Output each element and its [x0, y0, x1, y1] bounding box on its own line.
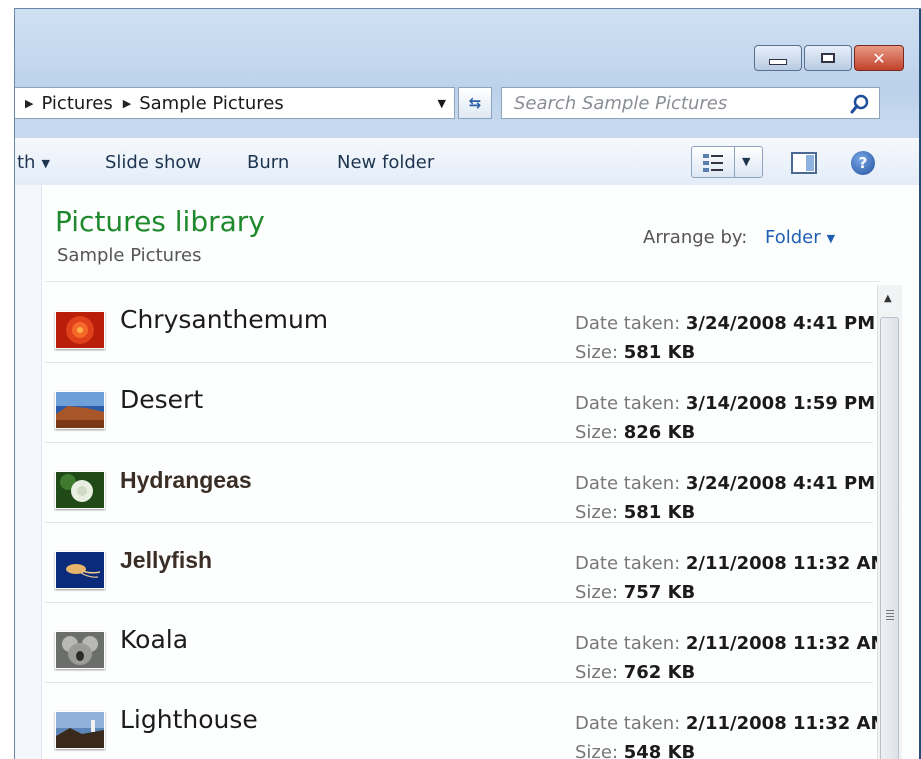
file-size: 581 KB: [623, 342, 696, 363]
size-label: Size:: [575, 502, 619, 523]
file-details: Date taken: 3/14/2008 1:59 PM Size: 826 …: [575, 389, 875, 447]
close-icon: ✕: [872, 48, 886, 68]
explorer-window: ✕ ▶ Pictures ▶ Sample Pictures ▼ ⇆ Searc…: [14, 8, 921, 759]
file-list: Chrysanthemum Date taken: 3/24/2008 4:41…: [45, 283, 888, 759]
window-controls: ✕: [754, 45, 904, 71]
list-item[interactable]: Jellyfish Date taken: 2/11/2008 11:32 AM…: [45, 523, 888, 603]
details-view-icon: [703, 154, 723, 172]
desert-thumbnail: [55, 391, 105, 429]
view-options-dropdown-icon[interactable]: ▼: [742, 155, 750, 168]
date-label: Date taken:: [575, 553, 681, 574]
view-button-divider: [734, 147, 735, 177]
search-icon[interactable]: [849, 93, 871, 115]
close-button[interactable]: ✕: [854, 45, 904, 71]
file-name: Koala: [120, 625, 189, 654]
list-item[interactable]: Chrysanthemum Date taken: 3/24/2008 4:41…: [45, 283, 875, 363]
breadcrumb-item-sample-pictures[interactable]: Sample Pictures: [139, 93, 284, 114]
change-view-button[interactable]: ▼: [691, 146, 763, 178]
scroll-up-icon[interactable]: ▲: [884, 293, 892, 304]
arrange-by-dropdown[interactable]: Folder ▼: [765, 227, 835, 248]
scrollbar-thumb[interactable]: [880, 317, 899, 759]
breadcrumb-separator-icon[interactable]: ▶: [25, 97, 33, 110]
file-name: Chrysanthemum: [120, 305, 329, 334]
minimize-button[interactable]: [754, 45, 802, 71]
new-folder-button[interactable]: New folder: [337, 152, 434, 173]
share-with-label: th: [17, 152, 36, 173]
file-name: Desert: [120, 385, 204, 414]
arrange-by-label: Arrange by:: [643, 227, 748, 248]
date-taken: 3/24/2008 4:41 PM: [685, 473, 876, 494]
refresh-icon: ⇆: [468, 94, 482, 112]
maximize-button[interactable]: [804, 45, 852, 71]
date-taken: 2/11/2008 11:32 AM: [685, 553, 889, 574]
size-label: Size:: [575, 582, 619, 603]
file-details: Date taken: 2/11/2008 11:32 AM Size: 762…: [575, 629, 888, 687]
size-label: Size:: [575, 342, 619, 363]
navigation-pane: [15, 185, 42, 759]
date-taken: 3/14/2008 1:59 PM: [685, 393, 876, 414]
breadcrumb-item-pictures[interactable]: Pictures: [41, 93, 112, 114]
lighthouse-thumbnail: [55, 711, 105, 749]
hydrangeas-thumbnail: [55, 471, 105, 509]
file-list-pane: Pictures library Sample Pictures Arrange…: [15, 185, 921, 759]
burn-button[interactable]: Burn: [247, 152, 289, 173]
minimize-icon: [769, 59, 787, 65]
file-details: Date taken: 2/11/2008 11:32 AM Size: 757…: [575, 549, 888, 607]
date-taken: 2/11/2008 11:32 AM: [685, 713, 889, 734]
file-details: Date taken: 3/24/2008 4:41 PM Size: 581 …: [575, 469, 875, 527]
list-item[interactable]: Koala Date taken: 2/11/2008 11:32 AM Siz…: [45, 603, 888, 683]
koala-thumbnail: [55, 631, 105, 669]
refresh-button[interactable]: ⇆: [458, 87, 492, 119]
date-taken: 3/24/2008 4:41 PM: [685, 313, 876, 334]
page-title: Pictures library: [55, 205, 265, 238]
list-item[interactable]: Lighthouse Date taken: 2/11/2008 11:32 A…: [45, 683, 888, 759]
date-label: Date taken:: [575, 393, 681, 414]
file-details: Date taken: 2/11/2008 11:32 AM Size: 548…: [575, 709, 888, 759]
file-details: Date taken: 3/24/2008 4:41 PM Size: 581 …: [575, 309, 875, 367]
preview-pane-icon[interactable]: [791, 152, 817, 174]
list-item[interactable]: Hydrangeas Date taken: 3/24/2008 4:41 PM…: [45, 443, 875, 523]
breadcrumb-separator-icon[interactable]: ▶: [123, 97, 131, 110]
file-size: 762 KB: [623, 662, 696, 683]
arrange-by-value: Folder: [765, 227, 821, 248]
size-label: Size:: [575, 422, 619, 443]
vertical-scrollbar[interactable]: ▲: [877, 285, 902, 759]
date-label: Date taken:: [575, 473, 681, 494]
command-bar: th ▼ Slide show Burn New folder ▼ ?: [15, 137, 921, 187]
search-placeholder: Search Sample Pictures: [514, 92, 728, 114]
chevron-down-icon: ▼: [826, 231, 836, 245]
file-name: Lighthouse: [120, 705, 258, 734]
jellyfish-thumbnail: [55, 551, 105, 589]
address-bar[interactable]: ▶ Pictures ▶ Sample Pictures ▼: [15, 87, 455, 119]
size-label: Size:: [575, 662, 619, 683]
file-size: 548 KB: [623, 742, 696, 759]
chevron-down-icon: ▼: [41, 156, 50, 170]
scrollbar-grip-icon: [886, 610, 894, 620]
share-with-menu[interactable]: th ▼: [17, 152, 50, 173]
divider: [45, 281, 880, 282]
file-name: Hydrangeas: [120, 467, 252, 493]
date-label: Date taken:: [575, 633, 681, 654]
page-subtitle: Sample Pictures: [57, 245, 202, 266]
search-input[interactable]: Search Sample Pictures: [501, 87, 880, 119]
file-size: 757 KB: [623, 582, 696, 603]
address-history-dropdown-icon[interactable]: ▼: [438, 97, 446, 110]
chrysanthemum-thumbnail: [55, 311, 105, 349]
size-label: Size:: [575, 742, 619, 759]
list-item[interactable]: Desert Date taken: 3/14/2008 1:59 PM Siz…: [45, 363, 875, 443]
date-label: Date taken:: [575, 713, 681, 734]
file-size: 826 KB: [623, 422, 696, 443]
date-taken: 2/11/2008 11:32 AM: [685, 633, 889, 654]
help-icon[interactable]: ?: [851, 151, 875, 175]
file-name: Jellyfish: [120, 547, 213, 573]
maximize-icon: [821, 53, 835, 63]
date-label: Date taken:: [575, 313, 681, 334]
file-size: 581 KB: [623, 502, 696, 523]
slide-show-button[interactable]: Slide show: [105, 152, 201, 173]
